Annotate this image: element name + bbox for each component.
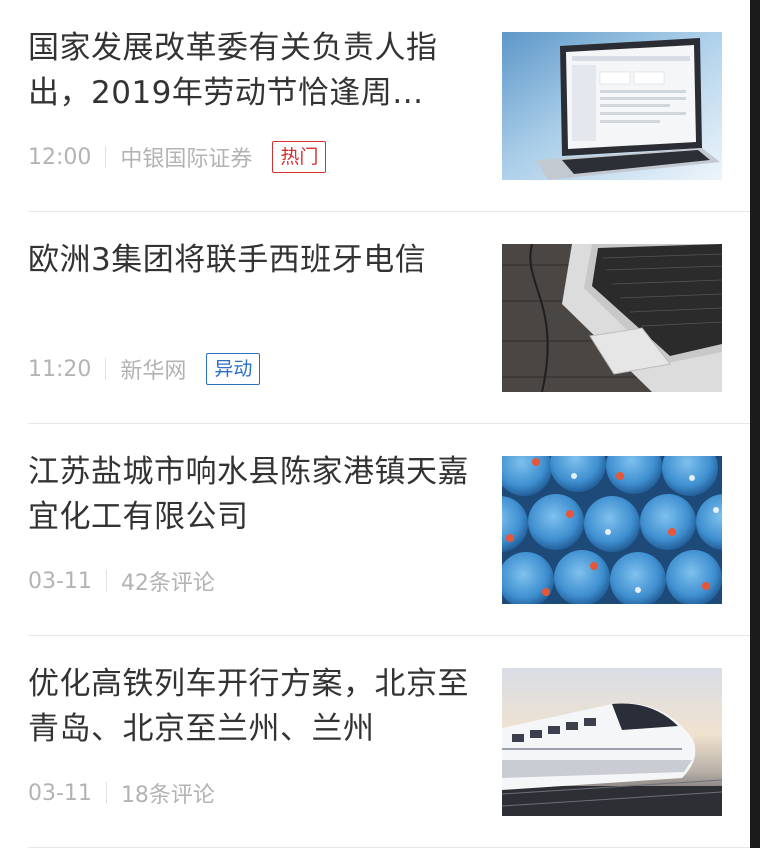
meta-divider: [105, 146, 107, 168]
news-item[interactable]: 欧洲3集团将联手西班牙电信 11:20 新华网 异动: [0, 212, 750, 424]
news-time: 11:20: [28, 356, 92, 382]
hot-badge: 热门: [272, 141, 327, 173]
laptop-keyboard-photo[interactable]: [502, 244, 722, 392]
news-title[interactable]: 优化高铁列车开行方案，北京至青岛、北京至兰州、兰州: [28, 662, 480, 752]
news-item[interactable]: 江苏盐城市响水县陈家港镇天嘉宜化工有限公司 03-11 42条评论: [0, 424, 750, 636]
news-title[interactable]: 欧洲3集团将联手西班牙电信: [28, 238, 480, 283]
news-meta: 03-11 18条评论: [28, 776, 215, 810]
news-meta: 11:20 新华网 异动: [28, 352, 261, 386]
news-item[interactable]: 国家发展改革委有关负责人指出，2019年劳动节恰逢周... 12:00 中银国际…: [0, 0, 750, 212]
news-title[interactable]: 国家发展改革委有关负责人指出，2019年劳动节恰逢周...: [28, 26, 480, 116]
meta-divider: [105, 782, 107, 804]
news-source: 新华网: [120, 359, 187, 384]
news-meta: 03-11 42条评论: [28, 564, 215, 598]
scrollbar-edge: [750, 0, 760, 848]
news-time: 03-11: [28, 568, 92, 594]
news-time: 03-11: [28, 780, 92, 806]
news-comments: 18条评论: [120, 783, 215, 808]
laptop-analytics-photo[interactable]: [502, 32, 722, 180]
news-meta: 12:00 中银国际证券 热门: [28, 140, 327, 174]
blue-barrels-photo[interactable]: [502, 456, 722, 604]
news-feed: 国家发展改革委有关负责人指出，2019年劳动节恰逢周... 12:00 中银国际…: [0, 0, 750, 848]
meta-divider: [105, 358, 107, 380]
meta-divider: [105, 570, 107, 592]
news-title[interactable]: 江苏盐城市响水县陈家港镇天嘉宜化工有限公司: [28, 450, 480, 540]
news-comments: 42条评论: [120, 571, 215, 596]
high-speed-train-photo[interactable]: [502, 668, 722, 816]
news-time: 12:00: [28, 144, 92, 170]
news-item[interactable]: 优化高铁列车开行方案，北京至青岛、北京至兰州、兰州 03-11 18条评论: [0, 636, 750, 848]
movement-badge: 异动: [206, 353, 261, 385]
news-source: 中银国际证券: [120, 147, 253, 172]
